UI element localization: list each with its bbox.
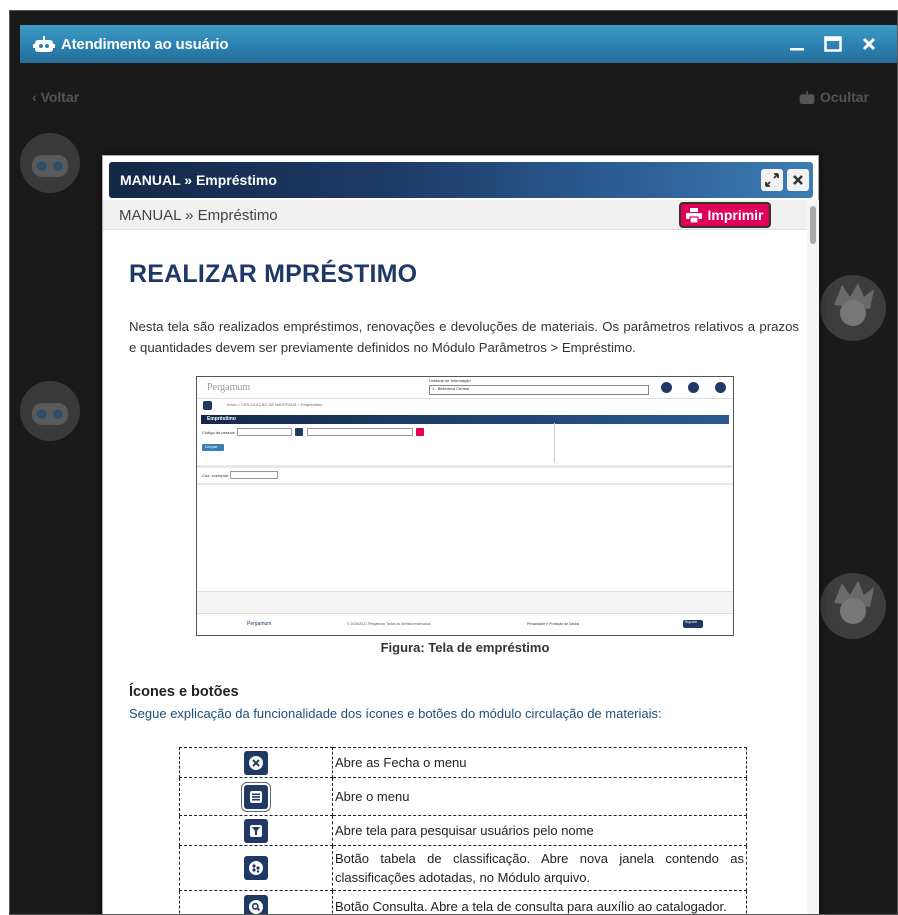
figure-limpar-button: Limpar	[202, 444, 224, 451]
icons-table: Abre as Fecha o menu Abre o menu Abre te…	[179, 747, 747, 914]
icon-cell	[179, 845, 333, 891]
search-icon	[244, 894, 268, 914]
figure-footer: Pergamum © 2024/2021 Pergamum Todos os d…	[197, 613, 733, 635]
robot-icon	[799, 90, 815, 104]
maximize-button[interactable]	[816, 25, 850, 63]
figure-user-name-input	[307, 428, 413, 436]
icon-cell	[179, 777, 333, 816]
figure-divider	[554, 423, 555, 463]
bot-avatar	[20, 133, 80, 193]
figure-panel-title: Empréstimo	[207, 416, 236, 422]
user-avatar	[820, 573, 886, 639]
print-button[interactable]: Imprimir	[679, 202, 771, 228]
bot-avatar	[20, 381, 80, 441]
modal-scrollbar[interactable]	[807, 200, 819, 914]
figure-separator	[197, 483, 733, 485]
expand-button[interactable]	[761, 169, 783, 191]
back-label: Voltar	[40, 89, 80, 105]
figure-breadcrumb: Início > CIRCULAÇÃO DE MATERIAIS > Empré…	[227, 402, 323, 407]
maximize-icon	[824, 36, 842, 52]
figure-gap	[197, 591, 733, 613]
icons-section-subtitle: Segue explicação da funcionalidade dos í…	[129, 706, 662, 721]
manual-content: REALIZAR MPRÉSTIMO Nesta tela são realiz…	[103, 230, 807, 914]
row-description: Abre o menu	[332, 777, 747, 816]
expand-icon	[765, 173, 779, 187]
figure-user-input	[237, 428, 292, 436]
loan-screen-figure: Pergamum Unidade de Informação 1 - Bibli…	[196, 376, 734, 636]
row-description: Botão tabela de classificação. Abre nova…	[332, 845, 747, 891]
figure-footer-copyright: © 2024/2021 Pergamum Todos os direitos r…	[347, 622, 431, 626]
figure-exemplar-input	[230, 471, 278, 479]
icon-cell	[179, 815, 333, 846]
figure-footer-support: Suporte	[683, 620, 703, 628]
figure-camera-icon	[416, 428, 424, 436]
close-icon	[793, 175, 803, 185]
row-description: Abre tela para pesquisar usuários pelo n…	[332, 815, 747, 846]
figure-user-search-icon	[295, 428, 303, 436]
row-description: Abre as Fecha o menu	[332, 747, 747, 778]
back-link[interactable]: ‹ Voltar	[32, 89, 79, 105]
close-window-button[interactable]	[852, 25, 886, 63]
figure-limpar-label: Limpar	[205, 444, 218, 449]
close-modal-button[interactable]	[787, 169, 809, 191]
figure-caption: Figura: Tela de empréstimo	[380, 640, 550, 655]
sub-toolbar: ‹ Voltar Ocultar	[10, 81, 897, 111]
manual-modal: MANUAL » Empréstimo MANUAL » Empréstimo …	[102, 155, 819, 914]
table-row: Abre as Fecha o menu	[179, 747, 747, 778]
app-window: Atendimento ao usuário ‹ Voltar Ocultar …	[9, 10, 898, 915]
figure-classification-icon	[661, 382, 672, 393]
figure-footer-policy: Privacidade e Proteção de Dados	[527, 622, 580, 626]
hide-label: Ocultar	[819, 89, 869, 105]
figure-panel-header: Empréstimo	[201, 415, 729, 424]
modal-title: MANUAL » Empréstimo	[120, 172, 277, 188]
user-search-icon	[244, 818, 268, 843]
close-circle-icon	[244, 750, 268, 775]
page-title: REALIZAR MPRÉSTIMO	[129, 260, 418, 288]
figure-menu-icon	[203, 401, 212, 410]
print-label: Imprimir	[707, 207, 764, 223]
table-row: Abre o menu	[179, 777, 747, 816]
hide-button[interactable]: Ocultar	[798, 89, 869, 105]
figure-user-label: Código da pessoa:	[202, 430, 236, 435]
close-icon	[862, 37, 876, 51]
window-title: Atendimento ao usuário	[61, 35, 229, 53]
table-row: Botão Consulta. Abre a tela de consulta …	[179, 890, 747, 914]
modal-header: MANUAL » Empréstimo	[109, 162, 813, 198]
figure-footer-brand: Pergamum	[247, 621, 272, 627]
icon-cell	[179, 890, 333, 914]
row-description: Botão Consulta. Abre a tela de consulta …	[332, 890, 747, 914]
figure-brand: Pergamum	[207, 382, 251, 393]
user-avatar	[820, 275, 886, 341]
figure-topbar: Pergamum Unidade de Informação 1 - Bibli…	[197, 377, 733, 399]
breadcrumb: MANUAL » Empréstimo	[119, 207, 278, 224]
intro-paragraph: Nesta tela são realizados empréstimos, r…	[129, 319, 799, 355]
robot-icon	[33, 36, 55, 52]
minimize-icon	[790, 48, 804, 51]
minimize-button[interactable]	[780, 25, 814, 63]
figure-exit-icon	[715, 382, 726, 393]
scrollbar-thumb[interactable]	[810, 206, 816, 244]
breadcrumb-bar: MANUAL » Empréstimo Imprimir	[103, 200, 807, 230]
classification-icon	[244, 856, 268, 880]
window-titlebar: Atendimento ao usuário	[20, 25, 897, 63]
table-row: Botão tabela de classificação. Abre nova…	[179, 845, 747, 891]
table-row: Abre tela para pesquisar usuários pelo n…	[179, 815, 747, 846]
figure-unit-label: Unidade de Informação	[429, 378, 471, 383]
figure-search-icon	[688, 382, 699, 393]
menu-icon	[244, 784, 268, 809]
printer-icon	[686, 207, 703, 223]
icons-section-title: Ícones e botões	[129, 684, 239, 700]
icon-cell	[179, 747, 333, 778]
figure-unit-select: 1 - Biblioteca Central	[429, 385, 649, 395]
figure-separator	[197, 465, 733, 468]
figure-exemplar-label: Cód. exemplar:	[202, 473, 230, 478]
